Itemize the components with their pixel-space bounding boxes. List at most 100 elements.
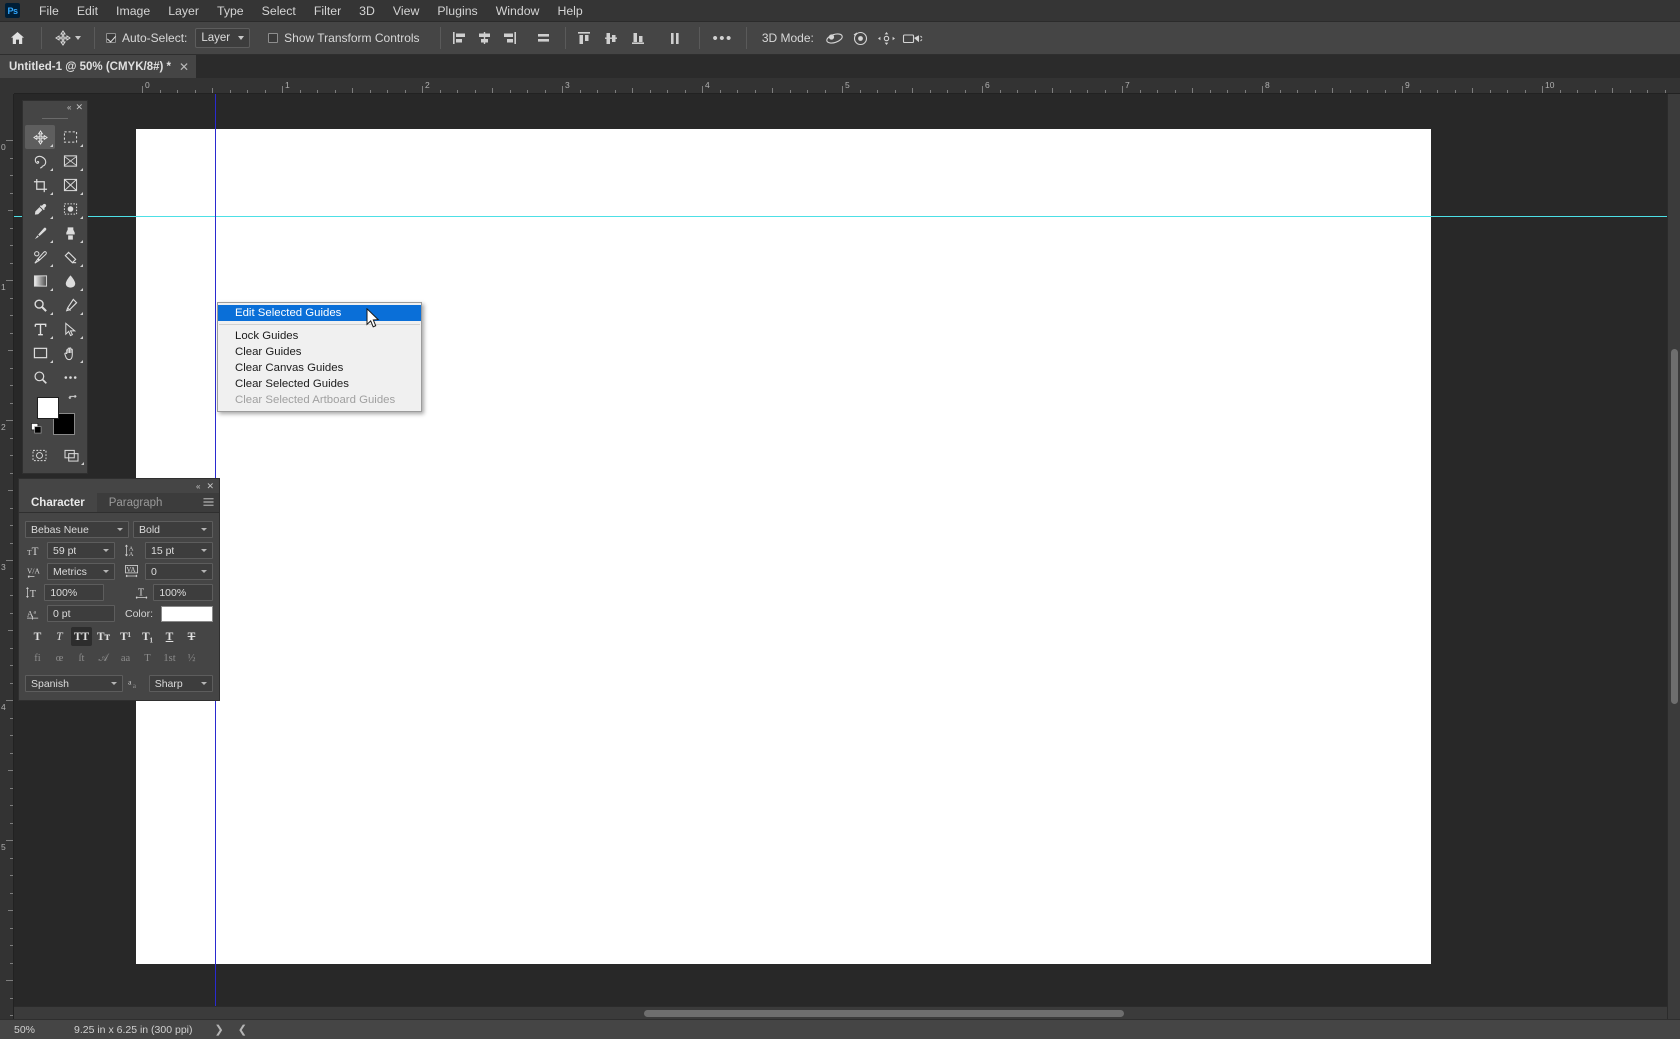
kerning-dropdown[interactable]: Metrics (47, 563, 115, 580)
ordinals-button[interactable]: 1st (159, 649, 180, 668)
text-color-swatch[interactable] (161, 605, 213, 622)
document-tab[interactable]: Untitled-1 @ 50% (CMYK/8#) * ✕ (0, 55, 198, 78)
close-icon[interactable]: ✕ (206, 481, 214, 492)
tool-preset-picker[interactable] (49, 30, 87, 46)
orbit-3d-icon[interactable] (822, 26, 848, 50)
vertical-scale-input[interactable]: 100% (44, 584, 104, 601)
hand-tool[interactable] (55, 341, 85, 365)
type-tool[interactable] (25, 317, 55, 341)
eyedropper-tool[interactable] (25, 197, 55, 221)
tab-paragraph[interactable]: Paragraph (97, 493, 175, 512)
horizontal-scrollbar[interactable] (14, 1006, 1667, 1019)
align-right-edges-icon[interactable] (498, 27, 521, 50)
canvas-area[interactable] (14, 94, 1680, 1019)
path-selection-tool[interactable] (55, 317, 85, 341)
roll-3d-icon[interactable] (848, 26, 874, 50)
tools-panel-grip[interactable] (23, 114, 87, 122)
chevron-left-icon[interactable]: ❮ (238, 1023, 247, 1036)
object-selection-tool[interactable] (55, 149, 85, 173)
menu-item-select[interactable]: Select (253, 1, 305, 21)
home-icon[interactable] (0, 31, 34, 45)
context-menu-item-edit-selected-guides[interactable]: Edit Selected Guides (218, 305, 421, 321)
show-transform-controls-checkbox[interactable] (268, 33, 279, 43)
chevron-down-icon[interactable] (75, 36, 81, 40)
font-family-dropdown[interactable]: Bebas Neue (25, 521, 129, 538)
contextual-alternates-button[interactable]: œ (49, 649, 70, 668)
baseline-shift-input[interactable]: 0 pt (47, 605, 115, 622)
strikethrough-button[interactable]: T (181, 627, 202, 646)
vertical-scrollbar-thumb[interactable] (1671, 349, 1678, 704)
subscript-button[interactable]: T₁ (137, 627, 158, 646)
align-top-edges-icon[interactable] (573, 27, 596, 50)
close-icon[interactable]: ✕ (179, 61, 189, 73)
auto-select-scope-dropdown[interactable]: Layer (195, 28, 251, 48)
faux-bold-button[interactable]: T (27, 627, 48, 646)
language-dropdown[interactable]: Spanish (25, 675, 124, 692)
superscript-button[interactable]: T¹ (115, 627, 136, 646)
menu-item-view[interactable]: View (384, 1, 428, 21)
auto-select-checkbox[interactable] (106, 33, 116, 43)
context-menu-item-clear-guides[interactable]: Clear Guides (218, 344, 421, 360)
horizontal-scrollbar-thumb[interactable] (644, 1010, 1124, 1017)
align-bottom-edges-icon[interactable] (627, 27, 650, 50)
context-menu-item-clear-canvas-guides[interactable]: Clear Canvas Guides (218, 360, 421, 376)
tab-character[interactable]: Character (19, 493, 97, 512)
artboard-canvas[interactable] (136, 129, 1431, 964)
vertical-ruler[interactable]: 0 1 2 3 4 5 (0, 94, 14, 1019)
camera-3d-icon[interactable] (900, 26, 926, 50)
vertical-scrollbar[interactable] (1667, 94, 1680, 1019)
crop-tool[interactable] (25, 173, 55, 197)
distribute-vertical-icon[interactable] (664, 27, 687, 50)
panel-menu-icon[interactable] (203, 497, 214, 507)
foreground-color-swatch[interactable] (37, 397, 59, 419)
discretionary-ligatures-button[interactable]: ſt (71, 649, 92, 668)
chevron-right-icon[interactable]: ❯ (215, 1023, 224, 1036)
horizontal-ruler[interactable]: 0 1 2 3 4 5 6 7 8 9 10 (14, 78, 1680, 94)
horizontal-guide[interactable] (14, 216, 1680, 217)
fractions-button[interactable]: ½ (181, 649, 202, 668)
distribute-icon[interactable] (532, 27, 555, 50)
frame-tool[interactable] (55, 173, 85, 197)
menu-item-plugins[interactable]: Plugins (428, 1, 486, 21)
underline-button[interactable]: T (159, 627, 180, 646)
stylistic-alternates-button[interactable]: Т (137, 649, 158, 668)
faux-italic-button[interactable]: T (49, 627, 70, 646)
close-icon[interactable]: ✕ (75, 102, 83, 113)
align-vertical-centers-icon[interactable] (600, 27, 623, 50)
anti-alias-dropdown[interactable]: Sharp (148, 675, 214, 692)
horizontal-scale-input[interactable]: 100% (153, 584, 213, 601)
standard-ligatures-button[interactable]: fi (27, 649, 48, 668)
zoom-tool[interactable] (25, 365, 55, 389)
clone-stamp-tool[interactable] (55, 221, 85, 245)
menu-item-window[interactable]: Window (487, 1, 549, 21)
rectangle-tool[interactable] (25, 341, 55, 365)
blur-tool[interactable] (55, 269, 85, 293)
quick-mask-icon[interactable] (24, 443, 54, 467)
dodge-tool[interactable] (25, 293, 55, 317)
menu-item-image[interactable]: Image (107, 1, 159, 21)
eraser-tool[interactable] (55, 245, 85, 269)
font-size-input[interactable]: 59 pt (47, 542, 115, 559)
font-style-dropdown[interactable]: Bold (133, 521, 213, 538)
swash-button[interactable]: 𝒜 (93, 649, 114, 668)
menu-item-edit[interactable]: Edit (68, 1, 107, 21)
move-tool[interactable] (25, 125, 55, 149)
align-horizontal-centers-icon[interactable] (473, 27, 496, 50)
menu-item-layer[interactable]: Layer (159, 1, 208, 21)
spot-healing-brush-tool[interactable] (55, 197, 85, 221)
align-left-edges-icon[interactable] (448, 27, 471, 50)
pen-tool[interactable] (55, 293, 85, 317)
rectangular-marquee-tool[interactable] (55, 125, 85, 149)
lasso-tool[interactable] (25, 149, 55, 173)
pan-3d-icon[interactable] (874, 26, 900, 50)
default-colors-icon[interactable] (31, 423, 42, 434)
menu-item-help[interactable]: Help (548, 1, 591, 21)
chevron-double-left-icon[interactable]: « (196, 482, 200, 491)
context-menu-item-clear-selected-guides[interactable]: Clear Selected Guides (218, 376, 421, 392)
tracking-input[interactable]: 0 (145, 563, 213, 580)
brush-tool[interactable] (25, 221, 55, 245)
more-options-button[interactable]: ••• (707, 30, 739, 47)
leading-input[interactable]: 15 pt (145, 542, 213, 559)
history-brush-tool[interactable] (25, 245, 55, 269)
screen-mode-icon[interactable] (56, 443, 86, 467)
